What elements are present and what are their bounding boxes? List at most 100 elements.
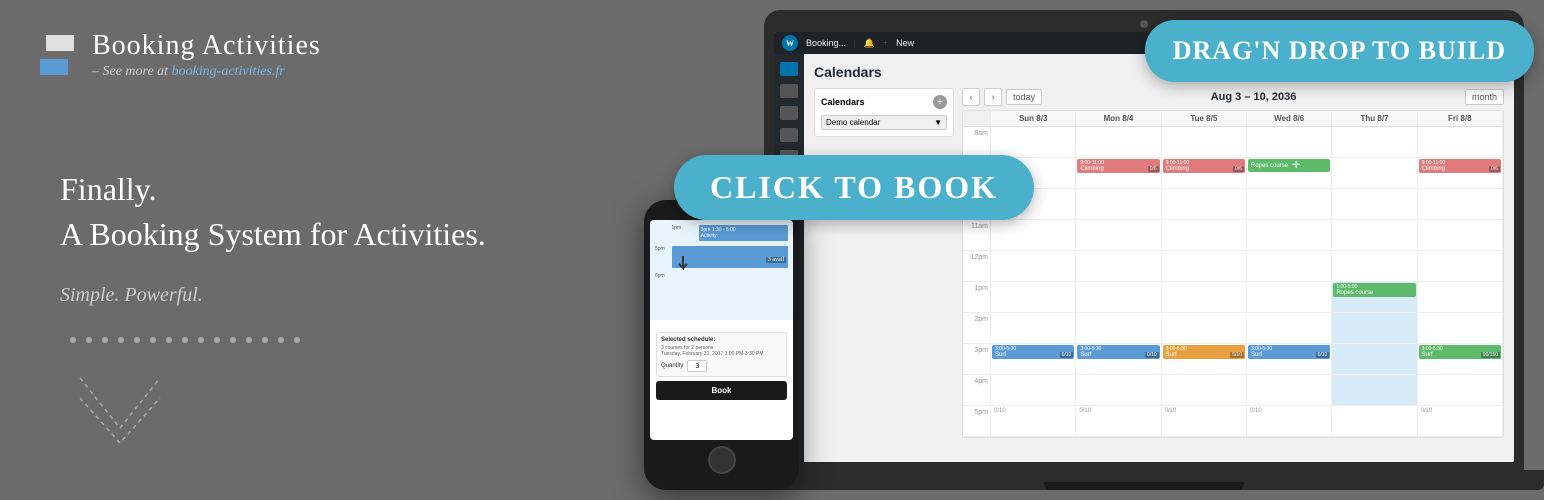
cal-cell-12pm-mon — [1076, 251, 1161, 281]
cal-cell-9am-tue: 9:00-11:00 Climbing 0/6 — [1162, 158, 1247, 188]
cal-cell-2pm-wed — [1247, 313, 1332, 343]
laptop-camera — [1140, 20, 1148, 28]
today-btn[interactable]: today — [1006, 89, 1042, 105]
cal-cell-8am-mon — [1076, 127, 1161, 157]
demo-calendar-select[interactable]: Demo calendar ▼ — [821, 115, 947, 130]
cal-cell-9am-wed: Ropes course ✛ — [1247, 158, 1332, 188]
click-to-book-bubble[interactable]: Click to book — [674, 155, 1034, 220]
left-section: Booking Activities – See more at booking… — [0, 0, 640, 500]
wp-bar-icon: 🔔 — [864, 38, 875, 49]
cal-cell-5pm-sun: 0/10 — [991, 406, 1076, 436]
event-surf-tue[interactable]: 3:00-5:30 Surf 5/10 — [1163, 345, 1245, 359]
cal-header-time — [963, 111, 991, 126]
cal-cell-9am-mon: 9:00-11:00 Climbing 0/6 — [1076, 158, 1161, 188]
cal-header-wed: Wed 8/6 — [1247, 111, 1332, 126]
laptop-mockup: W Booking... | 🔔 + New — [764, 10, 1524, 490]
cal-cell-3pm-thu — [1332, 344, 1417, 374]
cal-cell-10am-tue — [1162, 189, 1247, 219]
click-to-book-text: Click to book — [710, 169, 998, 205]
event-surf-sun[interactable]: 3:00-5:30 Surf 0/10 — [992, 345, 1074, 359]
event-climbing-tue[interactable]: 9:00-11:00 Climbing 0/6 — [1163, 159, 1245, 173]
cal-cell-5pm-thu — [1332, 406, 1417, 436]
badge-5pm-wed: 0/10 — [1248, 407, 1330, 415]
cal-time-11am: 11am — [963, 220, 991, 250]
calendar-add-icon[interactable]: + — [933, 95, 947, 109]
phone-quantity-row: Quantity 3 — [661, 360, 782, 372]
cal-cell-3pm-tue: 3:00-5:30 Surf 5/10 — [1162, 344, 1247, 374]
cal-row-11am: 11am — [963, 220, 1503, 251]
cal-row-10am: 10am — [963, 189, 1503, 220]
month-btn[interactable]: month — [1465, 89, 1504, 105]
next-btn[interactable]: › — [984, 88, 1002, 106]
cal-cell-2pm-thu — [1332, 313, 1417, 343]
cal-row-4pm: 4pm — [963, 375, 1503, 406]
dot-14 — [278, 337, 284, 343]
dot-15 — [294, 337, 300, 343]
cal-cell-10am-mon — [1076, 189, 1161, 219]
wp-bar-sep2: + — [883, 38, 888, 48]
cal-cell-12pm-fri — [1418, 251, 1503, 281]
dot-7 — [166, 337, 172, 343]
cal-cell-4pm-wed — [1247, 375, 1332, 405]
event-ropes-wed[interactable]: Ropes course ✛ — [1248, 159, 1330, 172]
dot-2 — [86, 337, 92, 343]
sidebar-icon-4 — [780, 128, 798, 142]
cal-cell-5pm-fri: 0/10 — [1418, 406, 1503, 436]
phone-booking-detail2: Tuesday, February 21, 2017 3:00 PM-3:30 … — [661, 351, 782, 357]
event-ropes-thu-1pm[interactable]: 1:00-5:00 Ropes course — [1333, 283, 1415, 297]
logo-subtitle-prefix: – See more at — [92, 64, 172, 79]
logo-icon-bottom — [40, 59, 68, 75]
cal-cell-1pm-wed — [1247, 282, 1332, 312]
drag-drop-bubble[interactable]: Drag'n drop to build — [1145, 20, 1534, 82]
chevron-icon — [75, 373, 165, 443]
event-surf-wed[interactable]: 3:00-5:30 Surf 0/10 — [1248, 345, 1330, 359]
dot-8 — [182, 337, 188, 343]
ph-time2: 5pm — [655, 246, 671, 268]
dot-5 — [134, 337, 140, 343]
dot-12 — [246, 337, 252, 343]
event-climbing-mon[interactable]: 9:00-11:00 Climbing 0/6 — [1077, 159, 1159, 173]
logo-subtitle: – See more at booking-activities.fr — [92, 64, 321, 80]
event-surf-fri[interactable]: 3:00-5:30 Surf 90/150 — [1419, 345, 1501, 359]
cal-cell-1pm-sun — [991, 282, 1076, 312]
cal-cell-1pm-mon — [1076, 282, 1161, 312]
cal-cell-10am-fri — [1418, 189, 1503, 219]
phone-home-button[interactable] — [708, 446, 736, 474]
event-climbing-fri[interactable]: 9:00-11:00 Climbing 0/6 — [1419, 159, 1501, 173]
book-button[interactable]: Book — [656, 381, 787, 400]
prev-btn[interactable]: ‹ — [962, 88, 980, 106]
drag-drop-text: Drag'n drop to build — [1173, 36, 1506, 65]
phone-content: Selected schedule: 3 courses for 2 perso… — [650, 326, 793, 406]
cal-cell-12pm-tue — [1162, 251, 1247, 281]
wp-logo: W — [782, 35, 798, 51]
laptop-base — [744, 470, 1544, 490]
ph-ev2-badge: 3 avail — [766, 257, 786, 263]
chevron-container — [60, 373, 180, 443]
tagline-main: Finally. A Booking System for Activities… — [60, 167, 600, 257]
calendar-top-row: Calendars + Demo calendar ▼ — [814, 88, 1504, 438]
cal-cell-11am-sun — [991, 220, 1076, 250]
cal-cell-10am-wed — [1247, 189, 1332, 219]
cal-header-thu: Thu 8/7 — [1332, 111, 1417, 126]
cal-time-2pm: 2pm — [963, 313, 991, 343]
cal-cell-11am-fri — [1418, 220, 1503, 250]
cal-time-3pm: 3pm — [963, 344, 991, 374]
logo-link[interactable]: booking-activities.fr — [172, 64, 285, 79]
sidebar-icon-3 — [780, 106, 798, 120]
quantity-input[interactable]: 3 — [687, 360, 707, 372]
cal-cell-2pm-tue — [1162, 313, 1247, 343]
calendar-nav-row: ‹ › today Aug 3 – 10, 2036 month — [962, 88, 1504, 106]
dot-13 — [262, 337, 268, 343]
cal-cell-4pm-tue — [1162, 375, 1247, 405]
calendar-widget-label: Calendars — [821, 97, 865, 107]
badge-5pm-fri: 0/10 — [1419, 407, 1501, 415]
select-arrow: ▼ — [934, 118, 942, 127]
logo-text-area: Booking Activities – See more at booking… — [92, 30, 321, 80]
cal-row-12pm: 12pm — [963, 251, 1503, 282]
event-surf-mon[interactable]: 3:00-5:30 Surf 0/10 — [1077, 345, 1159, 359]
cal-cell-1pm-fri — [1418, 282, 1503, 312]
phone-screen: 1pm 3pm 1:30 - 5:00 Activity 5pm 3 avail — [650, 220, 793, 440]
laptop-screen-inner: W Booking... | 🔔 + New — [774, 32, 1514, 462]
dot-6 — [150, 337, 156, 343]
cal-cell-8am-fri — [1418, 127, 1503, 157]
